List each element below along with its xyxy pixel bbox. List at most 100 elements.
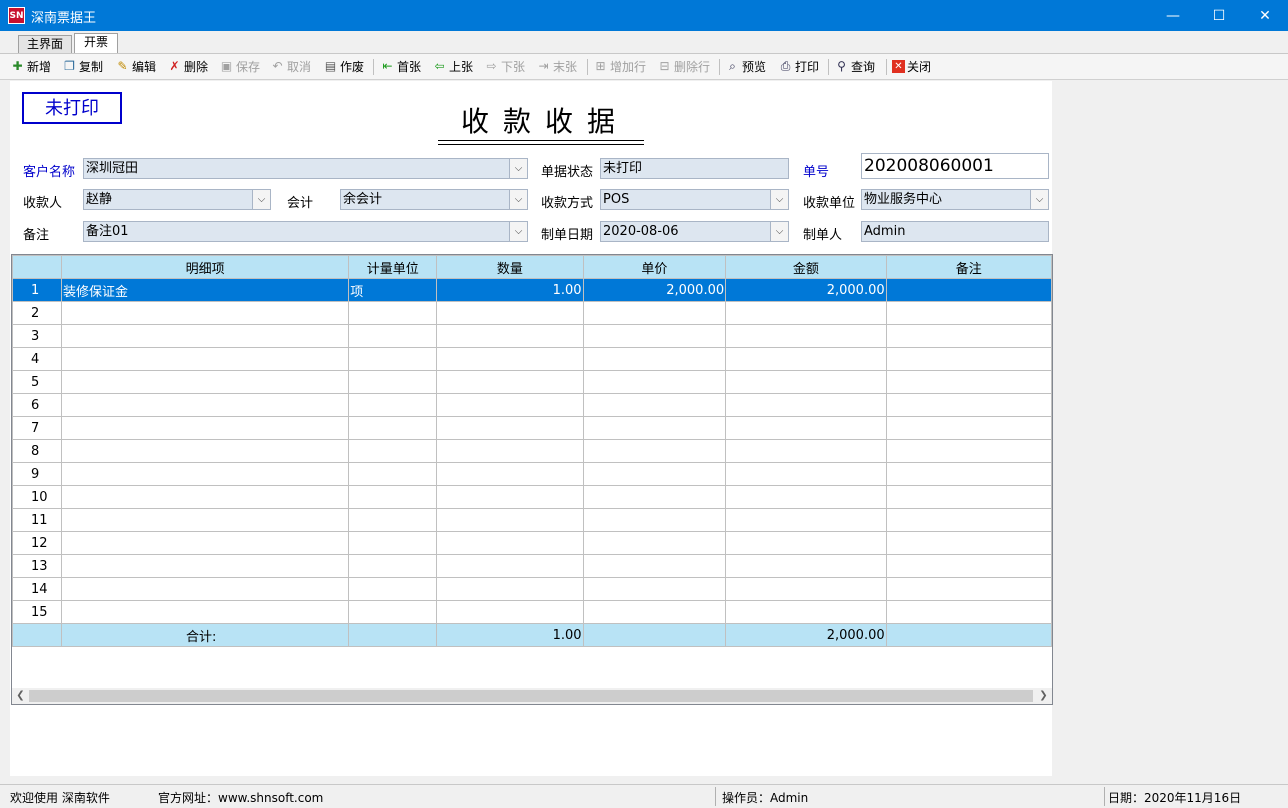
table-cell[interactable] [582, 439, 727, 463]
table-cell[interactable] [348, 370, 438, 394]
table-cell[interactable]: 2,000.00 [725, 278, 887, 302]
first-button[interactable]: ⇤ 首张 [380, 57, 421, 75]
table-cell[interactable] [348, 416, 438, 440]
chevron-down-icon[interactable]: ⌵ [770, 222, 788, 241]
table-cell[interactable] [60, 324, 350, 348]
table-cell[interactable] [885, 485, 1052, 509]
table-cell[interactable] [582, 577, 727, 601]
table-cell[interactable] [348, 485, 438, 509]
payee-select[interactable]: 赵静 ⌵ [83, 189, 271, 210]
table-cell[interactable] [885, 416, 1052, 440]
table-cell[interactable] [60, 485, 350, 509]
table-row[interactable]: 3 [12, 324, 1052, 348]
table-cell[interactable] [582, 370, 727, 394]
chevron-down-icon[interactable]: ⌵ [770, 190, 788, 209]
table-cell[interactable] [885, 600, 1052, 624]
new-button[interactable]: ✚ 新增 [10, 57, 51, 75]
table-cell[interactable] [725, 508, 887, 532]
table-cell[interactable] [725, 462, 887, 486]
table-cell[interactable] [436, 577, 584, 601]
table-cell[interactable]: 2,000.00 [582, 278, 727, 302]
table-cell[interactable] [60, 393, 350, 417]
last-button[interactable]: ⇥ 末张 [536, 57, 577, 75]
table-cell[interactable] [436, 554, 584, 578]
customer-select[interactable]: 深圳冠田 ⌵ [83, 158, 528, 179]
horizontal-scrollbar[interactable]: ❮ ❯ [12, 688, 1052, 704]
table-row[interactable]: 15 [12, 600, 1052, 624]
scrollbar-thumb[interactable] [29, 690, 1033, 702]
row-number-header[interactable] [12, 255, 62, 279]
table-cell[interactable] [725, 393, 887, 417]
table-cell[interactable] [436, 531, 584, 555]
table-cell[interactable] [582, 416, 727, 440]
save-button[interactable]: ▣ 保存 [219, 57, 260, 75]
table-cell[interactable] [725, 370, 887, 394]
date-picker[interactable]: 2020-08-06 ⌵ [600, 221, 789, 242]
table-cell[interactable] [725, 439, 887, 463]
column-header[interactable]: 单价 [582, 255, 727, 279]
table-cell[interactable] [348, 462, 438, 486]
table-cell[interactable] [348, 577, 438, 601]
number-field[interactable]: 202008060001 [861, 153, 1049, 179]
column-header[interactable]: 计量单位 [348, 255, 438, 279]
table-cell[interactable] [885, 508, 1052, 532]
table-cell[interactable] [582, 347, 727, 371]
cancel-button[interactable]: ↶ 取消 [270, 57, 311, 75]
column-header[interactable]: 数量 [436, 255, 584, 279]
method-select[interactable]: POS ⌵ [600, 189, 789, 210]
table-cell[interactable] [436, 393, 584, 417]
table-cell[interactable] [725, 577, 887, 601]
note-select[interactable]: 备注01 ⌵ [83, 221, 528, 242]
table-cell[interactable] [436, 370, 584, 394]
table-row[interactable]: 4 [12, 347, 1052, 371]
column-header[interactable]: 明细项 [60, 255, 350, 279]
table-cell[interactable] [348, 301, 438, 325]
table-cell[interactable] [348, 324, 438, 348]
table-cell[interactable] [60, 439, 350, 463]
table-cell[interactable] [725, 554, 887, 578]
table-row[interactable]: 14 [12, 577, 1052, 601]
table-cell[interactable] [582, 531, 727, 555]
chevron-down-icon[interactable]: ⌵ [1030, 190, 1048, 209]
table-cell[interactable] [60, 554, 350, 578]
table-cell[interactable]: 项 [348, 278, 438, 302]
table-cell[interactable] [885, 347, 1052, 371]
table-cell[interactable] [582, 508, 727, 532]
table-cell[interactable]: 装修保证金 [60, 278, 350, 302]
table-cell[interactable] [60, 577, 350, 601]
delete-button[interactable]: ✗ 删除 [167, 57, 208, 75]
table-cell[interactable] [348, 439, 438, 463]
column-header[interactable]: 备注 [885, 255, 1052, 279]
void-button[interactable]: ▤ 作废 [323, 57, 364, 75]
maximize-button[interactable]: ☐ [1196, 0, 1242, 31]
table-cell[interactable] [436, 439, 584, 463]
table-cell[interactable] [60, 347, 350, 371]
table-cell[interactable] [348, 393, 438, 417]
table-cell[interactable] [885, 462, 1052, 486]
query-button[interactable]: ⚲ 查询 [834, 57, 875, 75]
table-cell[interactable] [436, 462, 584, 486]
unit-select[interactable]: 物业服务中心 ⌵ [861, 189, 1049, 210]
table-cell[interactable] [885, 554, 1052, 578]
table-cell[interactable] [348, 508, 438, 532]
table-cell[interactable] [582, 600, 727, 624]
table-cell[interactable] [60, 531, 350, 555]
table-cell[interactable] [436, 485, 584, 509]
table-cell[interactable] [348, 600, 438, 624]
table-cell[interactable] [885, 301, 1052, 325]
prev-button[interactable]: ⇦ 上张 [432, 57, 473, 75]
table-cell[interactable] [582, 462, 727, 486]
chevron-down-icon[interactable]: ⌵ [509, 159, 527, 178]
table-cell[interactable] [885, 278, 1052, 302]
table-cell[interactable] [60, 301, 350, 325]
table-cell[interactable] [725, 301, 887, 325]
scroll-right-icon[interactable]: ❯ [1035, 688, 1052, 704]
tab-main[interactable]: 主界面 [18, 35, 72, 53]
table-row[interactable]: 10 [12, 485, 1052, 509]
scroll-left-icon[interactable]: ❮ [12, 688, 29, 704]
preview-button[interactable]: ⌕ 预览 [725, 57, 766, 75]
table-cell[interactable] [436, 301, 584, 325]
add-row-button[interactable]: ⊞ 增加行 [593, 57, 646, 75]
table-cell[interactable] [885, 531, 1052, 555]
chevron-down-icon[interactable]: ⌵ [509, 190, 527, 209]
